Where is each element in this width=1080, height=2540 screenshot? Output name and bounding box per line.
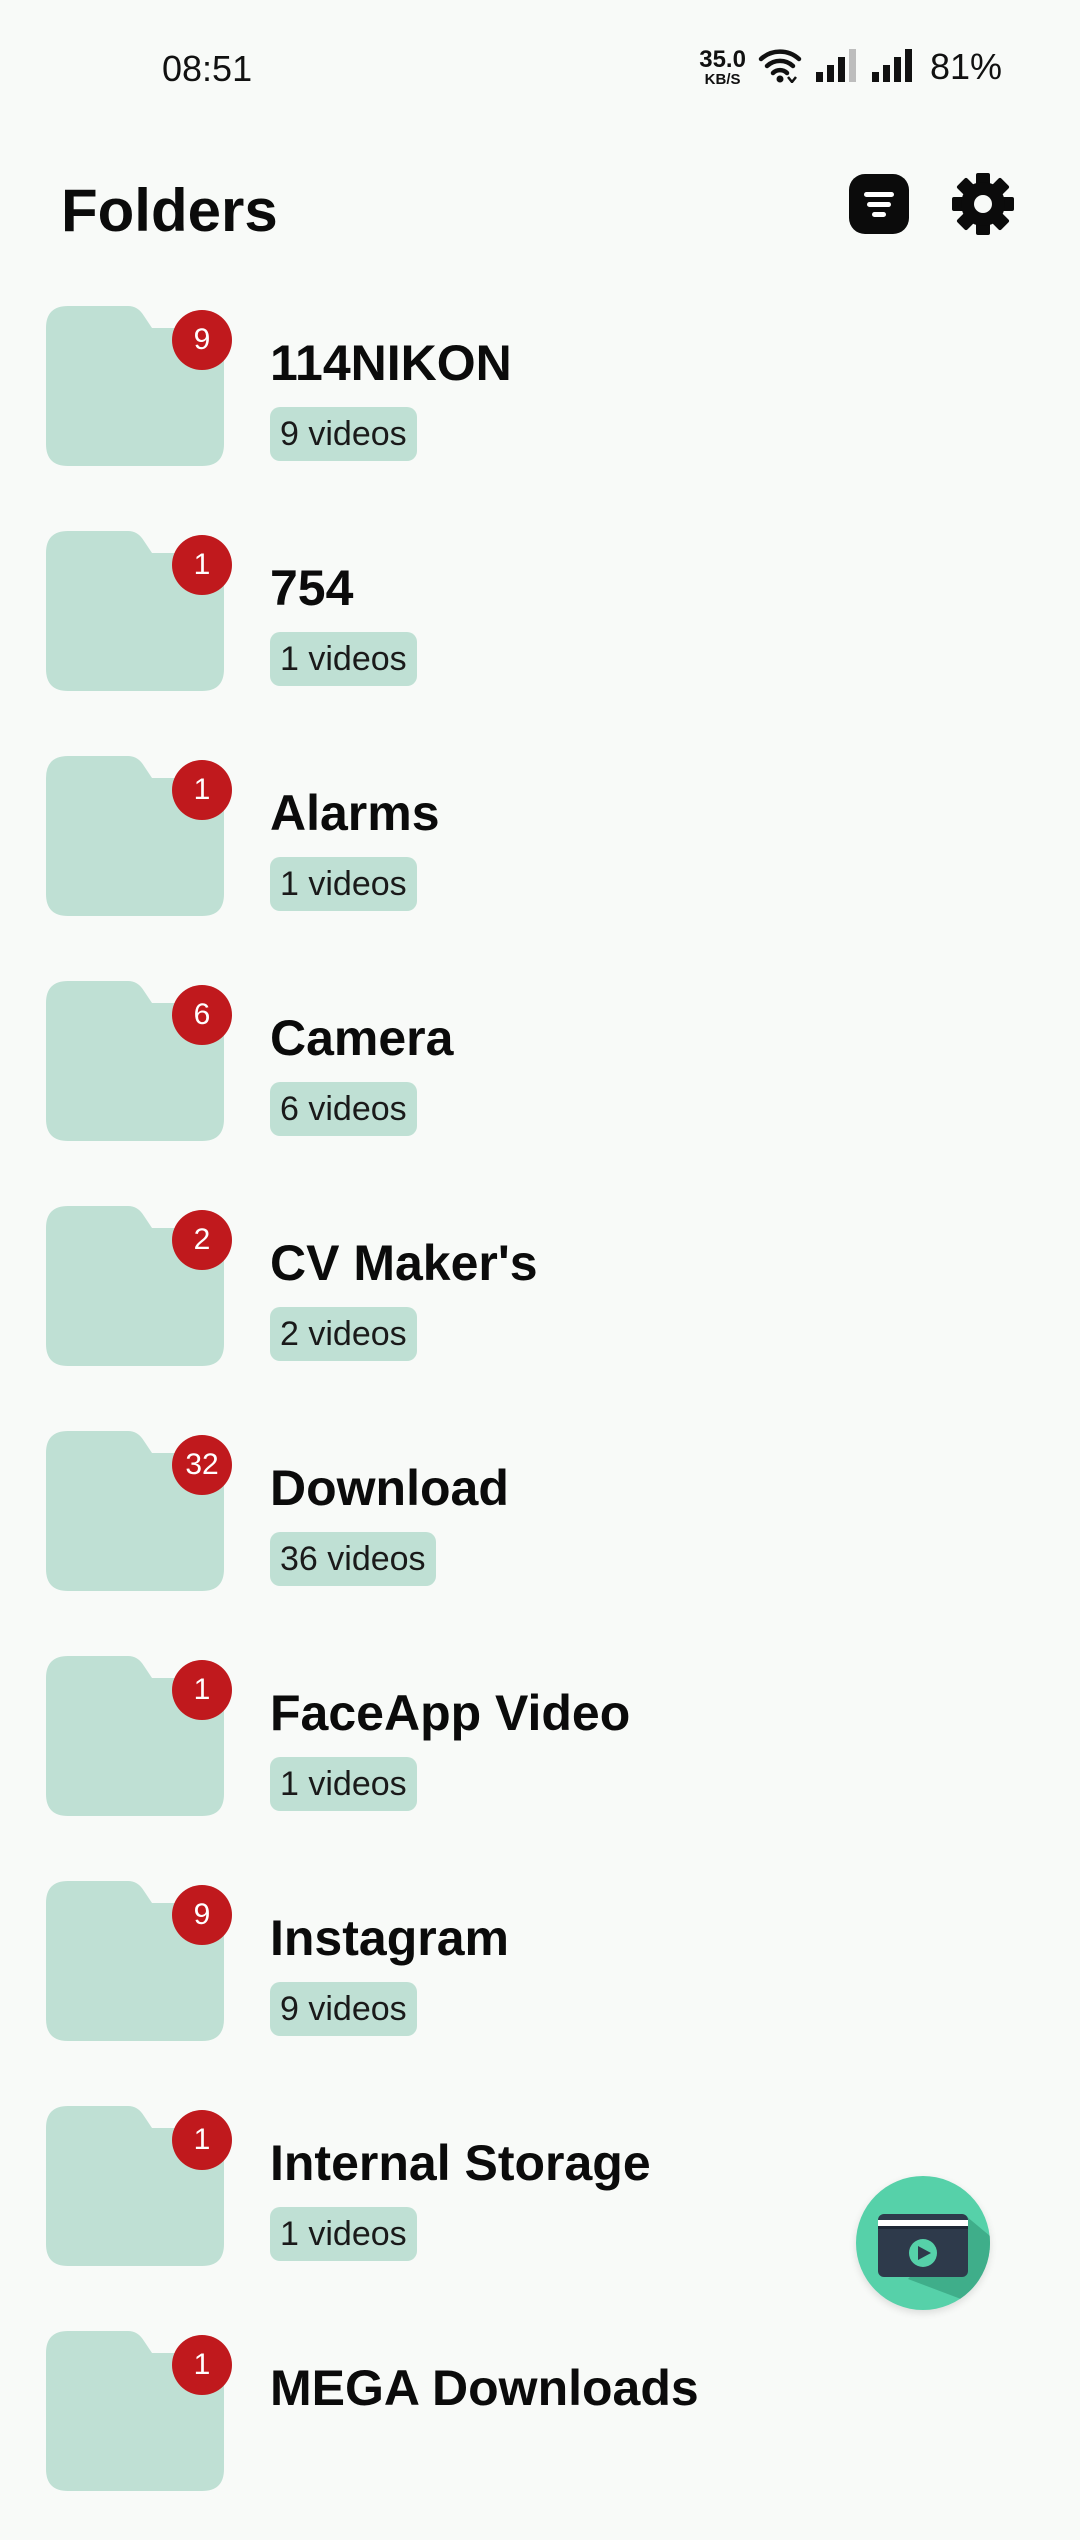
app-header: Folders — [0, 140, 1080, 280]
folder-name: 114NIKON — [270, 335, 512, 391]
folder-item-faceapp-video[interactable]: 1 FaceApp Video 1 videos — [0, 1640, 1080, 1865]
page-title: Folders — [61, 177, 278, 244]
folder-name: CV Maker's — [270, 1235, 538, 1291]
folder-item-cv-makers[interactable]: 2 CV Maker's 2 videos — [0, 1190, 1080, 1415]
new-videos-badge: 6 — [172, 985, 232, 1045]
video-count-chip: 1 videos — [270, 2207, 417, 2261]
folder-name: Instagram — [270, 1910, 509, 1966]
folder-name: 754 — [270, 560, 354, 616]
network-speed-value: 35.0 — [699, 45, 746, 73]
status-icons: 35.0 KB/S 81% — [699, 46, 1002, 88]
video-count-chip: 6 videos — [270, 1082, 417, 1136]
new-videos-badge: 32 — [172, 1435, 232, 1495]
wifi-icon — [758, 47, 802, 88]
new-videos-badge: 1 — [172, 2335, 232, 2395]
new-videos-badge: 9 — [172, 1885, 232, 1945]
player-fab-button[interactable] — [856, 2176, 990, 2310]
new-videos-badge: 1 — [172, 760, 232, 820]
folder-name: Internal Storage — [270, 2135, 651, 2191]
new-videos-badge: 2 — [172, 1210, 232, 1270]
sort-list-icon — [848, 173, 910, 240]
folder-name: FaceApp Video — [270, 1685, 631, 1741]
network-speed: 35.0 KB/S — [699, 45, 746, 88]
new-videos-badge: 9 — [172, 310, 232, 370]
folder-name: Alarms — [270, 785, 440, 841]
status-time: 08:51 — [162, 48, 253, 89]
network-speed-unit: KB/S — [704, 70, 741, 88]
video-count-chip: 36 videos — [270, 1532, 436, 1586]
folder-name: Camera — [270, 1010, 454, 1066]
sort-button[interactable] — [843, 170, 915, 242]
video-count-chip: 9 videos — [270, 407, 417, 461]
folder-name: Download — [270, 1460, 509, 1516]
folder-item-camera[interactable]: 6 Camera 6 videos — [0, 965, 1080, 1190]
folder-name: MEGA Downloads — [270, 2360, 699, 2416]
signal-icon-sim1 — [814, 48, 858, 87]
video-count-chip: 9 videos — [270, 1982, 417, 2036]
video-count-chip: 1 videos — [270, 857, 417, 911]
video-count-chip: 2 videos — [270, 1307, 417, 1361]
gear-icon — [950, 171, 1016, 242]
new-videos-badge: 1 — [172, 2110, 232, 2170]
folder-item-alarms[interactable]: 1 Alarms 1 videos — [0, 740, 1080, 965]
new-videos-badge: 1 — [172, 535, 232, 595]
folder-item-download[interactable]: 32 Download 36 videos — [0, 1415, 1080, 1640]
new-videos-badge: 1 — [172, 1660, 232, 1720]
folder-item-754[interactable]: 1 754 1 videos — [0, 515, 1080, 740]
folder-item-instagram[interactable]: 9 Instagram 9 videos — [0, 1865, 1080, 2090]
video-count-chip: 1 videos — [270, 632, 417, 686]
signal-icon-sim2 — [870, 48, 914, 87]
settings-button[interactable] — [947, 170, 1019, 242]
battery-level: 81% — [929, 46, 1002, 87]
folder-item-114nikon[interactable]: 9 114NIKON 9 videos — [0, 290, 1080, 515]
folder-item-mega-downloads[interactable]: 1 MEGA Downloads — [0, 2315, 1080, 2540]
status-bar: 08:51 35.0 KB/S 81% — [0, 0, 1080, 140]
video-count-chip: 1 videos — [270, 1757, 417, 1811]
